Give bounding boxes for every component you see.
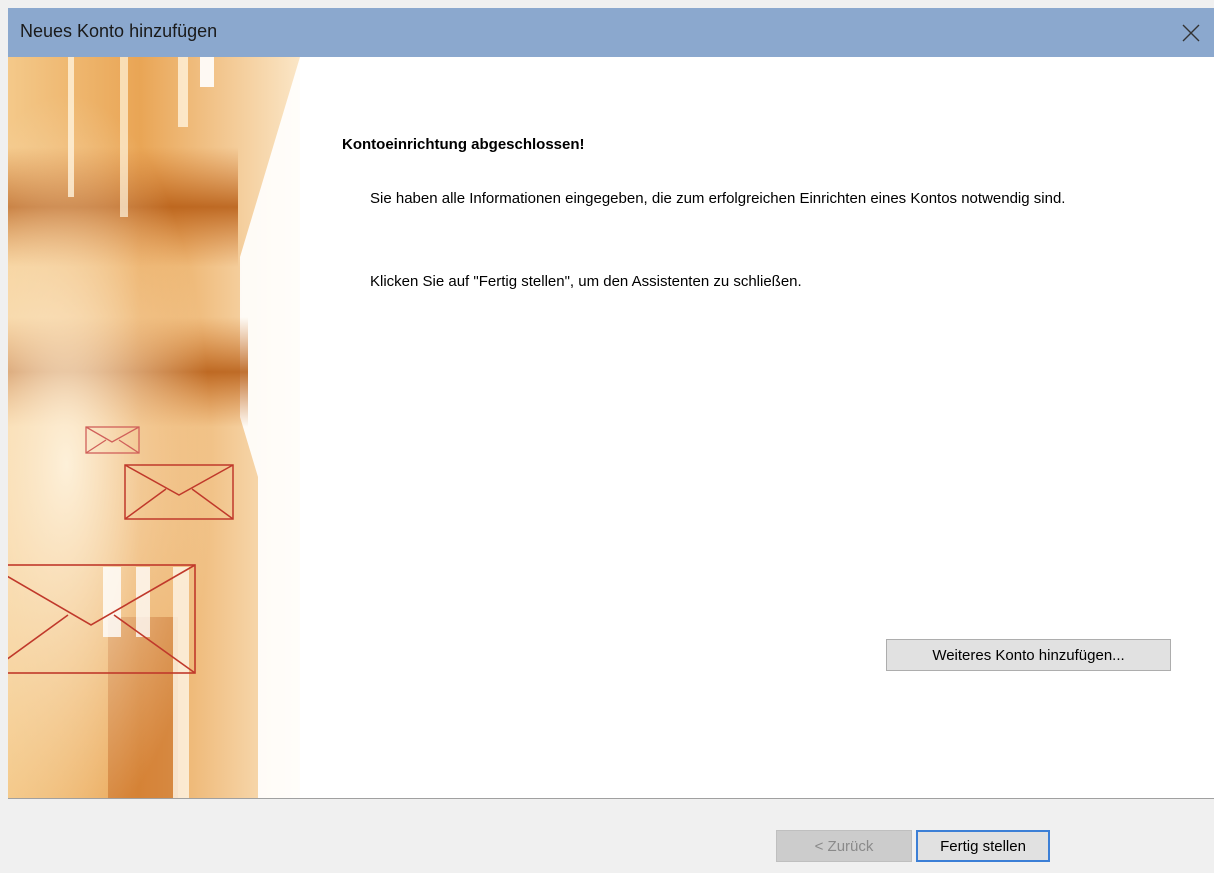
info-paragraph: Sie haben alle Informationen eingegeben,… [370,190,1066,207]
instruction-paragraph: Klicken Sie auf "Fertig stellen", um den… [370,273,802,290]
outlook-banner-image [8,57,300,798]
finish-button[interactable]: Fertig stellen [916,830,1050,862]
wizard-content: Kontoeinrichtung abgeschlossen! Sie habe… [8,57,1214,798]
window-title: Neues Konto hinzufügen [20,21,218,41]
add-another-account-button[interactable]: Weiteres Konto hinzufügen... [886,639,1171,671]
close-icon [1182,24,1200,41]
wizard-footer: < Zurück Fertig stellen [8,799,1214,873]
completion-heading: Kontoeinrichtung abgeschlossen! [342,136,585,153]
title-bar: Neues Konto hinzufügen [8,8,1214,57]
back-button[interactable]: < Zurück [776,830,912,862]
close-button[interactable] [1168,8,1214,57]
